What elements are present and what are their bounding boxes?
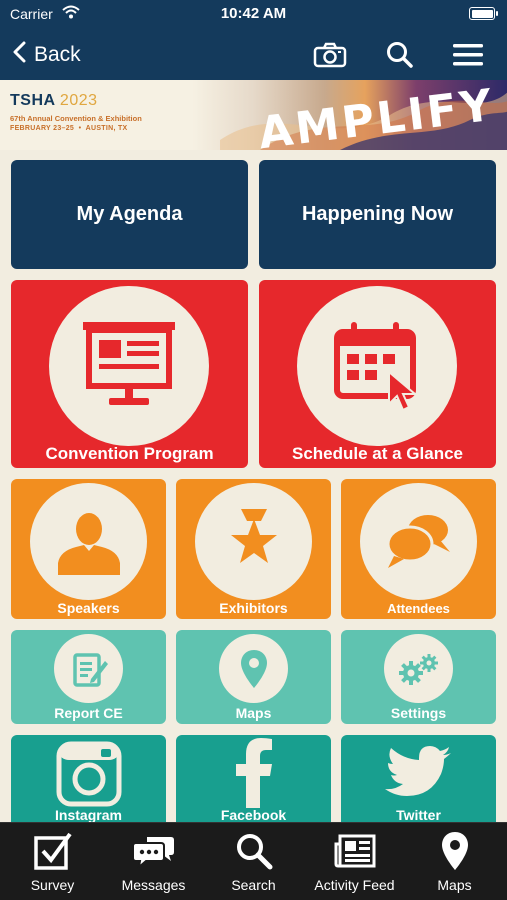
schedule-at-a-glance-label: Schedule at a Glance [291,444,463,463]
twitter-label: Twitter [396,807,441,823]
exhibitors-tile[interactable]: Exhibitors [176,479,331,619]
settings-tile[interactable]: Settings [341,630,496,724]
location-pin-icon [219,634,288,703]
banner-title: TSHA 2023 [10,92,98,110]
schedule-at-a-glance-tile[interactable]: Schedule at a Glance [259,280,496,468]
chevron-left-icon [12,41,26,69]
tab-survey-label: Survey [30,877,75,893]
facebook-tile[interactable]: Facebook [176,735,331,829]
speakers-label: Speakers [57,600,120,616]
my-agenda-tile[interactable]: My Agenda [11,160,248,269]
maps-tile[interactable]: Maps [176,630,331,724]
tab-maps[interactable]: Maps [404,823,505,900]
presentation-screen-icon [49,286,209,446]
report-ce-tile[interactable]: Report CE [11,630,166,724]
gears-icon [384,634,453,703]
tab-messages[interactable]: Messages [103,823,204,900]
banner-year: 2023 [59,92,98,109]
map-pin-icon [404,831,505,871]
chat-bubbles-icon [360,483,477,600]
facebook-label: Facebook [220,807,287,823]
calendar-icon [297,286,457,446]
survey-checkbox-icon [2,831,103,871]
tab-activity-feed[interactable]: Activity Feed [303,823,406,900]
back-button[interactable]: Back [12,38,81,72]
maps-label: Maps [235,705,272,721]
banner-subtitle: 67th Annual Convention & Exhibition [10,114,142,123]
tab-maps-label: Maps [437,877,472,893]
status-bar: Carrier 10:42 AM [0,0,507,30]
convention-banner: TSHA 2023 67th Annual Convention & Exhib… [0,80,507,150]
report-pencil-icon [54,634,123,703]
exhibitors-label: Exhibitors [219,600,288,616]
my-agenda-label: My Agenda [76,203,183,225]
tab-search-label: Search [231,877,276,893]
tab-survey[interactable]: Survey [2,823,103,900]
speakers-tile[interactable]: Speakers [11,479,166,619]
person-silhouette-icon [30,483,147,600]
attendees-tile[interactable]: Attendees [341,479,496,619]
attendees-label: Attendees [387,601,450,616]
convention-program-label: Convention Program [45,444,214,463]
menu-icon[interactable] [450,38,486,72]
tab-messages-label: Messages [121,877,186,893]
star-ribbon-icon [195,483,312,600]
twitter-tile[interactable]: Twitter [341,735,496,829]
banner-dates: FEBRUARY 23–25 [10,125,75,132]
banner-location: AUSTIN, TX [85,125,128,132]
back-label: Back [34,43,81,66]
instagram-tile[interactable]: Instagram [11,735,166,829]
settings-label: Settings [390,705,447,721]
tab-activity-feed-label: Activity Feed [314,877,395,893]
report-ce-label: Report CE [54,705,123,721]
search-icon [203,831,304,871]
activity-feed-icon [303,831,406,871]
happening-now-label: Happening Now [301,203,454,225]
messages-icon [103,831,204,871]
facebook-icon [219,737,288,809]
tab-bar: Survey Messages Search Activity Feed Map… [0,822,507,900]
convention-program-tile[interactable]: Convention Program [11,280,248,468]
banner-dates-line: FEBRUARY 23–25 • AUSTIN, TX [10,125,128,132]
banner-org: TSHA [10,92,55,109]
instagram-icon [54,739,123,808]
camera-icon[interactable] [312,38,348,72]
twitter-bird-icon [379,739,459,808]
battery-icon [469,7,498,20]
status-time: 10:42 AM [220,5,287,22]
nav-bar: Back [0,30,507,80]
happening-now-tile[interactable]: Happening Now [259,160,496,269]
search-icon[interactable] [382,38,418,72]
instagram-label: Instagram [55,807,122,823]
tab-search[interactable]: Search [203,823,304,900]
